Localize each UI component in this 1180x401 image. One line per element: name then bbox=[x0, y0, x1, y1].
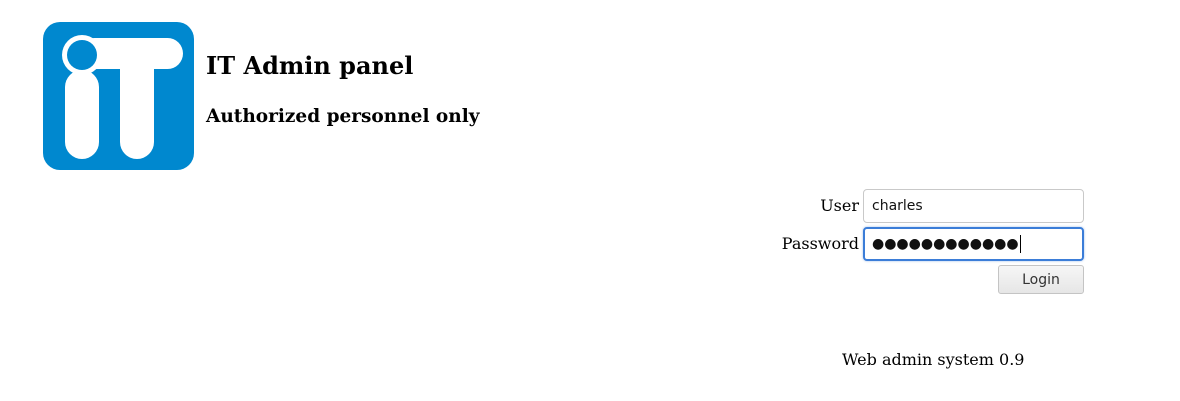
text-caret bbox=[1019, 235, 1021, 253]
user-input[interactable]: charles bbox=[863, 189, 1084, 223]
password-label: Password bbox=[781, 234, 859, 253]
page-subtitle: Authorized personnel only bbox=[206, 106, 480, 127]
login-button[interactable]: Login bbox=[998, 265, 1084, 294]
footer-version: Web admin system 0.9 bbox=[842, 350, 1025, 369]
password-input-value: ●●●●●●●●●●●● bbox=[872, 236, 1019, 252]
page-title: IT Admin panel bbox=[206, 51, 414, 80]
password-input[interactable]: ●●●●●●●●●●●● bbox=[863, 227, 1084, 261]
it-logo bbox=[43, 22, 194, 170]
user-input-value: charles bbox=[872, 198, 923, 214]
it-logo-icon bbox=[43, 22, 194, 170]
login-button-label: Login bbox=[1022, 271, 1060, 288]
user-label: User bbox=[820, 196, 859, 215]
